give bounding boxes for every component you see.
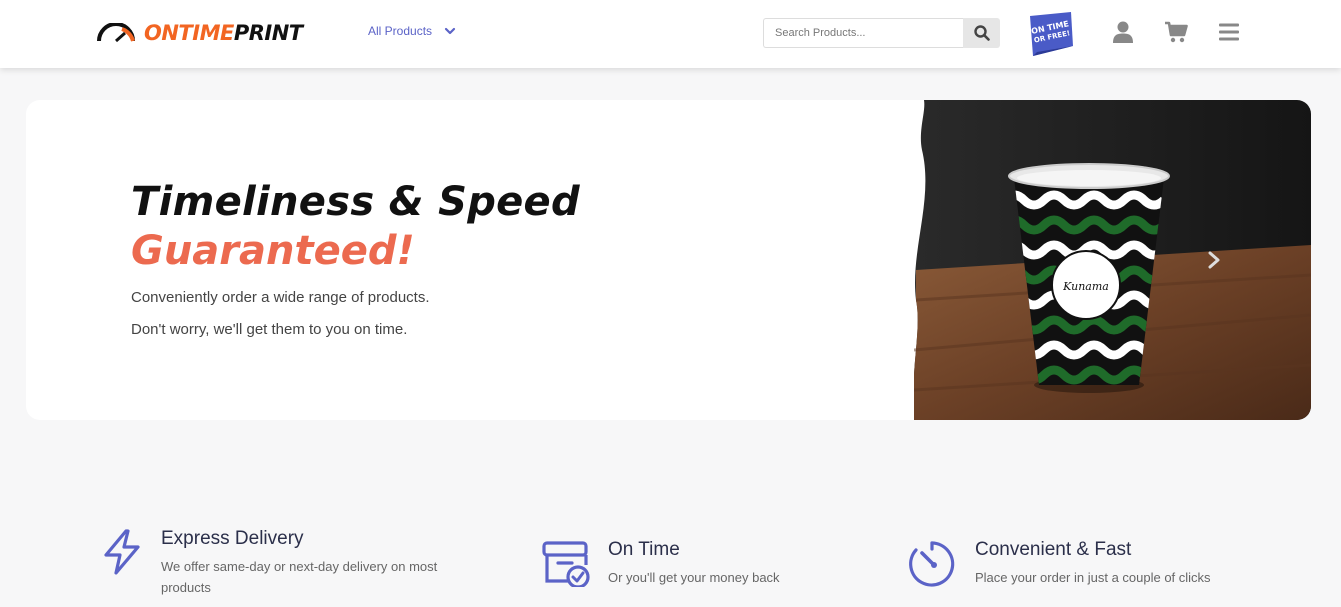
- carousel-next-arrow-icon[interactable]: [1206, 250, 1222, 270]
- hero-text-2: Don't worry, we'll get them to you on ti…: [131, 321, 408, 338]
- hero-cup-image: Kunama: [914, 100, 1311, 420]
- on-time-or-free-badge[interactable]: ON TIME OR FREE!: [1027, 10, 1075, 58]
- lightning-icon: [104, 529, 140, 575]
- all-products-dropdown[interactable]: All Products: [368, 24, 456, 38]
- site-header: ONTIMEPRINT All Products ON TIME OR FREE…: [0, 0, 1341, 68]
- logo[interactable]: ONTIMEPRINT: [96, 20, 303, 46]
- menu-icon[interactable]: [1217, 20, 1241, 44]
- all-products-label: All Products: [368, 24, 433, 38]
- hero-text-1: Conveniently order a wide range of produ…: [131, 289, 430, 306]
- speedometer-icon: [97, 23, 135, 43]
- hero-title-highlight: Guaranteed!: [131, 228, 415, 274]
- stopwatch-icon: [909, 541, 955, 587]
- feature-title: Convenient & Fast: [975, 539, 1132, 560]
- search-button[interactable]: [963, 18, 1000, 48]
- feature-express-delivery: Express Delivery We offer same-day or ne…: [98, 528, 446, 598]
- search-icon: [973, 25, 990, 41]
- feature-desc: Place your order in just a couple of cli…: [975, 570, 1211, 585]
- feature-desc: Or you'll get your money back: [608, 570, 780, 585]
- search-bar: [763, 18, 1000, 48]
- feature-title: On Time: [608, 539, 680, 560]
- chevron-down-icon: [444, 27, 456, 35]
- svg-text:Kunama: Kunama: [1062, 280, 1109, 293]
- feature-title: Express Delivery: [161, 528, 304, 549]
- hero-title: Timeliness & Speed: [131, 179, 580, 225]
- logo-text: ONTIMEPRINT: [144, 21, 303, 45]
- feature-desc: We offer same-day or next-day delivery o…: [161, 559, 438, 595]
- user-icon[interactable]: [1111, 20, 1135, 44]
- cart-icon[interactable]: [1164, 20, 1188, 44]
- feature-convenient-fast: Convenient & Fast Place your order in ju…: [908, 539, 1211, 588]
- calendar-check-icon: [542, 541, 590, 587]
- badge-icon: ON TIME OR FREE!: [1030, 12, 1073, 56]
- feature-on-time: On Time Or you'll get your money back: [542, 539, 780, 588]
- hero-banner: Timeliness & Speed Guaranteed! Convenien…: [26, 100, 1311, 420]
- search-input[interactable]: [763, 18, 963, 48]
